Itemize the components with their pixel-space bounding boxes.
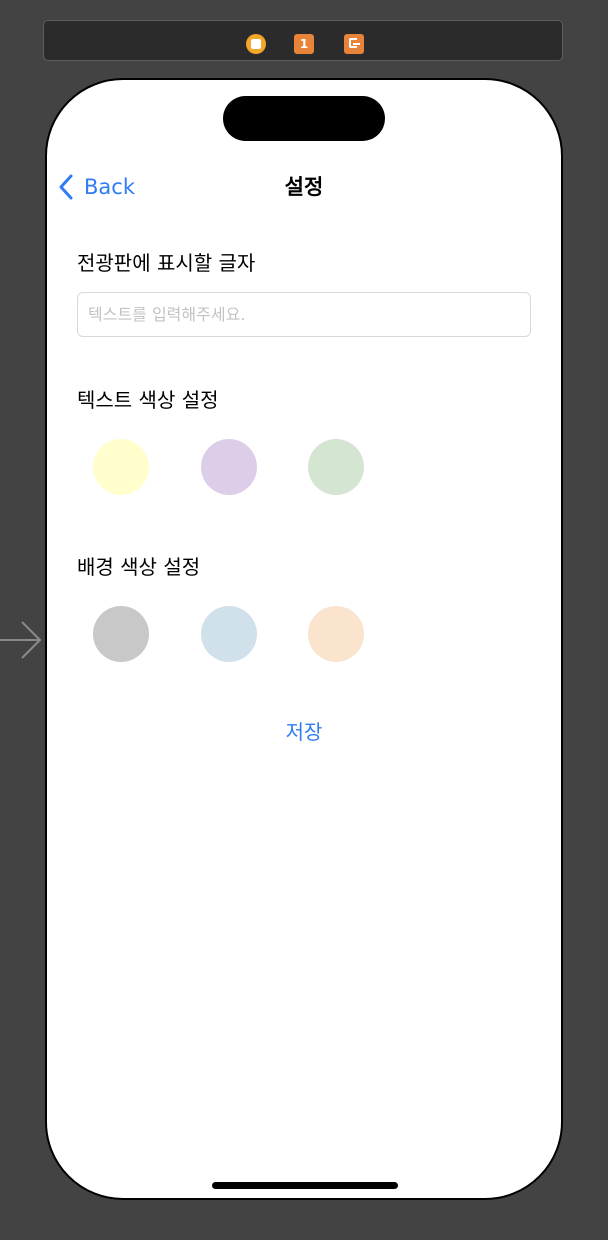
save-button[interactable]: 저장 bbox=[47, 717, 561, 747]
text-color-swatch-green[interactable] bbox=[308, 439, 364, 495]
text-color-label: 텍스트 색상 설정 bbox=[77, 388, 219, 412]
display-text-input[interactable] bbox=[77, 292, 531, 337]
background-color-swatch-blue[interactable] bbox=[201, 606, 257, 662]
first-responder-icon[interactable]: 1 bbox=[294, 34, 314, 54]
display-text-label: 전광판에 표시할 글자 bbox=[77, 251, 256, 275]
iphone-frame: Back 설정 전광판에 표시할 글자 텍스트 색상 설정 배경 색상 설정 저… bbox=[45, 78, 563, 1200]
background-color-swatch-gray[interactable] bbox=[93, 606, 149, 662]
text-color-swatch-yellow[interactable] bbox=[93, 439, 149, 495]
entry-point-arrow-icon[interactable] bbox=[0, 618, 44, 662]
storyboard-canvas: 1 Back 설정 전광판에 표시할 글자 텍스트 색상 설정 배경 색상 설정… bbox=[0, 0, 608, 1240]
dynamic-island bbox=[223, 96, 385, 141]
background-color-swatch-orange[interactable] bbox=[308, 606, 364, 662]
home-indicator bbox=[212, 1182, 398, 1189]
background-color-label: 배경 색상 설정 bbox=[77, 555, 201, 579]
page-title: 설정 bbox=[284, 175, 324, 199]
view-controller-icon[interactable] bbox=[246, 34, 266, 54]
text-color-swatch-purple[interactable] bbox=[201, 439, 257, 495]
exit-icon[interactable] bbox=[344, 34, 364, 54]
scene-dock: 1 bbox=[43, 20, 563, 61]
